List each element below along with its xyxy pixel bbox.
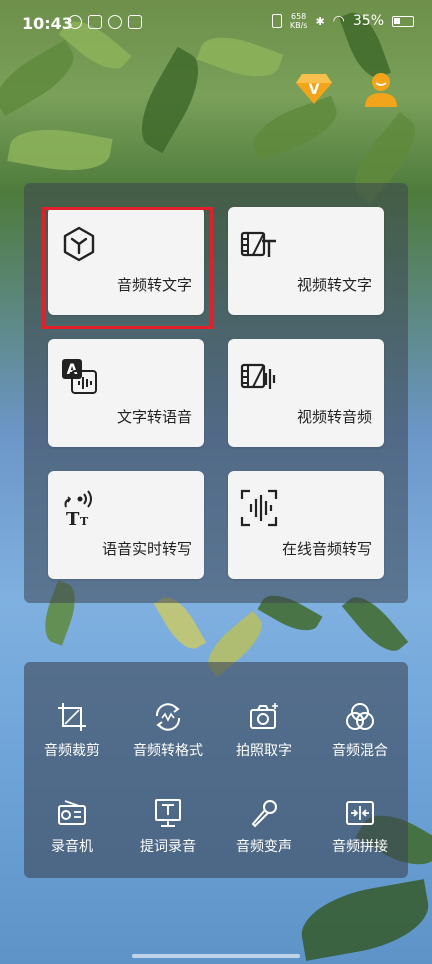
tool-audio-mix[interactable]: 音频混合 (312, 686, 408, 776)
battery-icon (392, 15, 414, 27)
text-audio-icon: A (62, 359, 97, 394)
card-video-to-text[interactable]: 视频转文字 (228, 207, 384, 315)
net-speed: 658 KB/s (289, 12, 308, 30)
wechat-icon (68, 15, 82, 29)
camera-icon (250, 703, 278, 729)
tool-panel: 音频裁剪 音频转格式 拍照取字 音频混合 录音机 提词录音 音频变声 音频拼接 (24, 662, 408, 878)
tool-audio-merge[interactable]: 音频拼接 (312, 782, 408, 872)
selection-highlight (42, 207, 213, 329)
tool-voice-changer[interactable]: 音频变声 (216, 782, 312, 872)
card-label: 视频转文字 (296, 276, 372, 294)
tool-label: 音频变声 (236, 839, 292, 855)
svg-text:V: V (309, 82, 320, 98)
video-audio-icon (240, 363, 276, 389)
tool-label: 录音机 (51, 839, 93, 855)
status-time: 10:43 (22, 14, 73, 33)
tool-label: 拍照取字 (236, 743, 292, 759)
status-bar: 10:43 658 KB/s ✱ ◠ 35% (0, 0, 432, 48)
card-online-audio-transcription[interactable]: 在线音频转写 (228, 471, 384, 579)
tool-label: 音频转格式 (133, 743, 203, 759)
tool-audio-format[interactable]: 音频转格式 (120, 686, 216, 776)
user-avatar-icon[interactable] (362, 70, 400, 108)
card-label: 在线音频转写 (281, 540, 372, 558)
convert-format-icon (155, 703, 181, 731)
tool-label: 音频拼接 (332, 839, 388, 855)
vip-diamond-icon[interactable]: V (296, 72, 332, 104)
tool-teleprompter[interactable]: 提词录音 (120, 782, 216, 872)
radio-recorder-icon (58, 800, 86, 825)
notification-icons (68, 15, 142, 29)
app-icon (108, 15, 122, 29)
bluetooth-icon: ✱ (315, 14, 325, 28)
svg-text:T: T (80, 515, 89, 527)
mix-icon (346, 703, 374, 730)
online-audio-icon (240, 489, 278, 527)
battery-text: 35% (352, 13, 384, 29)
live-transcribe-icon: T T (64, 490, 92, 527)
home-indicator[interactable] (132, 954, 300, 958)
message-icon (88, 15, 102, 29)
merge-icon (346, 801, 374, 825)
settings-app-icon (128, 15, 142, 29)
card-label: 语音实时转写 (101, 540, 192, 558)
wifi-icon: ◠ (332, 13, 345, 29)
microphone-icon (251, 800, 277, 828)
card-label: 文字转语音 (116, 408, 192, 426)
card-video-to-audio[interactable]: 视频转音频 (228, 339, 384, 447)
card-label: 视频转音频 (296, 408, 372, 426)
vibrate-icon (271, 14, 282, 28)
tool-label: 音频裁剪 (44, 743, 100, 759)
svg-text:T: T (66, 509, 80, 527)
tool-audio-crop[interactable]: 音频裁剪 (24, 686, 120, 776)
tool-recorder[interactable]: 录音机 (24, 782, 120, 872)
status-right: 658 KB/s ✱ ◠ 35% (271, 12, 414, 30)
tool-label: 音频混合 (332, 743, 388, 759)
card-text-to-speech[interactable]: A 文字转语音 (48, 339, 204, 447)
tool-photo-text[interactable]: 拍照取字 (216, 686, 312, 776)
teleprompter-icon (155, 799, 181, 827)
crop-icon (58, 703, 86, 731)
video-text-icon (240, 231, 276, 257)
tool-label: 提词录音 (140, 839, 196, 855)
card-live-transcription[interactable]: T T 语音实时转写 (48, 471, 204, 579)
